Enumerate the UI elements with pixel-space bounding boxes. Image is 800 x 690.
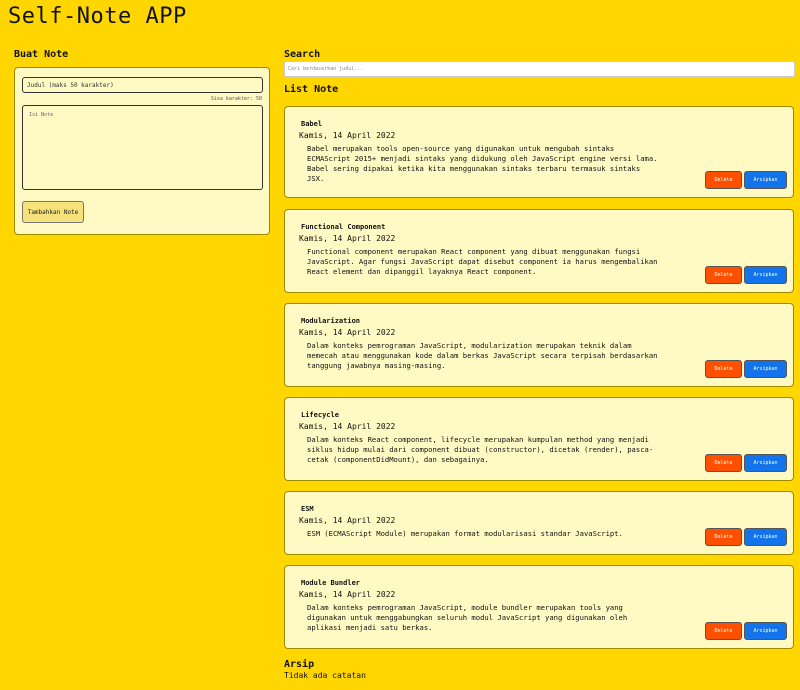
archive-button[interactable]: Arsipkan [744, 266, 787, 284]
note-date: Kamis, 14 April 2022 [299, 131, 396, 140]
note-body: Dalam konteks React component, lifecycle… [307, 435, 654, 464]
note-date: Kamis, 14 April 2022 [299, 516, 396, 525]
note-body-input[interactable] [22, 105, 263, 190]
note-body: Babel merupakan tools open-source yang d… [307, 144, 658, 183]
note-title: Modularization [301, 317, 361, 325]
archive-empty-message: Tidak ada catatan [284, 671, 366, 680]
note-card: Lifecycle Kamis, 14 April 2022 Dalam kon… [284, 397, 794, 481]
note-title-input[interactable] [22, 77, 263, 93]
app-title: Self-Note APP [8, 4, 187, 29]
note-title: Lifecycle [301, 411, 339, 419]
search-heading: Search [284, 49, 321, 60]
note-card: Babel Kamis, 14 April 2022 Babel merupak… [284, 106, 794, 198]
note-title: Babel [301, 120, 323, 128]
note-card: Functional Component Kamis, 14 April 202… [284, 209, 794, 293]
archive-button[interactable]: Arsipkan [744, 528, 787, 546]
delete-button[interactable]: Delete [705, 528, 742, 546]
archive-button[interactable]: Arsipkan [744, 360, 787, 378]
note-date: Kamis, 14 April 2022 [299, 328, 396, 337]
note-card: Module Bundler Kamis, 14 April 2022 Dala… [284, 565, 794, 649]
search-input[interactable] [284, 61, 795, 77]
archive-heading: Arsip [284, 659, 315, 670]
delete-button[interactable]: Delete [705, 622, 742, 640]
delete-button[interactable]: Delete [705, 266, 742, 284]
archive-button[interactable]: Arsipkan [744, 171, 787, 189]
note-title: Module Bundler [301, 579, 361, 587]
archive-button[interactable]: Arsipkan [744, 454, 787, 472]
note-title: Functional Component [301, 223, 386, 231]
note-list-heading: List Note [284, 84, 339, 95]
char-counter: Sisa karakter: 50 [210, 96, 262, 102]
note-date: Kamis, 14 April 2022 [299, 234, 396, 243]
note-card: ESM Kamis, 14 April 2022 ESM (ECMAScript… [284, 491, 794, 555]
note-card: Modularization Kamis, 14 April 2022 Dala… [284, 303, 794, 387]
add-note-button[interactable]: Tambahkan Note [22, 201, 84, 223]
note-title: ESM [301, 505, 314, 513]
note-body: ESM (ECMAScript Module) merupakan format… [307, 529, 623, 538]
note-body: Dalam konteks pemrograman JavaScript, mo… [307, 603, 628, 632]
note-body: Dalam konteks pemrograman JavaScript, mo… [307, 341, 658, 370]
note-date: Kamis, 14 April 2022 [299, 422, 396, 431]
delete-button[interactable]: Delete [705, 171, 742, 189]
create-note-heading: Buat Note [14, 49, 69, 60]
archive-button[interactable]: Arsipkan [744, 622, 787, 640]
delete-button[interactable]: Delete [705, 360, 742, 378]
create-note-form: Sisa karakter: 50 Tambahkan Note [14, 67, 270, 235]
note-date: Kamis, 14 April 2022 [299, 590, 396, 599]
delete-button[interactable]: Delete [705, 454, 742, 472]
note-body: Functional component merupakan React com… [307, 247, 658, 276]
